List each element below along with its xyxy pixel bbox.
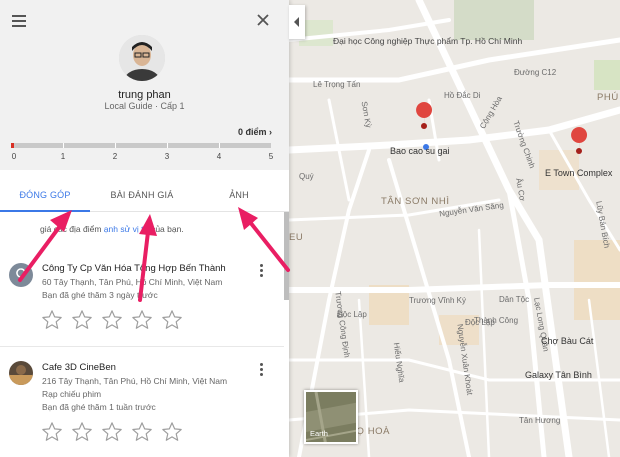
map-view[interactable]: Đại học Công nghiệp Thực phẩm Tp. Hồ Chí…: [289, 0, 620, 457]
progress-tick-label: 4: [216, 152, 222, 161]
map-label-truong-vinh-ky: Trương Vĩnh Ký: [409, 296, 466, 305]
map-label-phu: PHÚ: [597, 92, 619, 103]
star-icon[interactable]: [131, 421, 153, 443]
place-address: 216 Tây Thạnh, Tân Phú, Hồ Chí Minh, Việ…: [42, 376, 228, 386]
map-label-galaxy[interactable]: Galaxy Tân Bình: [525, 370, 592, 380]
active-tab-indicator: [0, 210, 90, 212]
map-label-tan-huong: Tân Hương: [519, 416, 561, 425]
progress-tick-label: 0: [11, 152, 17, 161]
star-icon[interactable]: [71, 421, 93, 443]
map-label-c12: Đường C12: [514, 68, 557, 77]
map-label-tan-son-nhi: TÂN SƠN NHÌ: [381, 196, 450, 207]
map-label-university[interactable]: Đại học Công nghiệp Thực phẩm Tp. Hồ Chí…: [333, 36, 522, 46]
progress-tick-label: 2: [112, 152, 118, 161]
map-label-thanh-cong: Thành Công: [474, 316, 519, 325]
contribution-card[interactable]: Cafe 3D CineBen 216 Tây Thạnh, Tân Phú, …: [0, 356, 284, 456]
level-progress-bar: [11, 143, 271, 148]
map-label-le-trong-tan: Lê Trọng Tấn: [313, 80, 361, 89]
star-icon[interactable]: [161, 309, 183, 331]
close-icon[interactable]: [255, 12, 271, 28]
earth-label: Earth: [310, 429, 328, 438]
star-icon[interactable]: [41, 309, 63, 331]
contribution-tabs: ĐÓNG GÓP BÀI ĐÁNH GIÁ ẢNH: [0, 180, 289, 212]
map-label-etown[interactable]: E Town Complex: [545, 168, 612, 178]
star-icon[interactable]: [101, 309, 123, 331]
hint-suffix: của bạn.: [148, 224, 184, 234]
divider: [0, 346, 284, 347]
star-icon[interactable]: [101, 421, 123, 443]
local-guide-level: Local Guide · Cấp 1: [104, 101, 185, 111]
map-label-quy: Quý: [299, 172, 314, 181]
map-label-eu: EU: [289, 232, 304, 243]
place-pin-icon: [9, 263, 33, 287]
tab-reviews[interactable]: BÀI ĐÁNH GIÁ: [96, 180, 188, 212]
star-icon[interactable]: [41, 421, 63, 443]
progress-tick-label: 1: [60, 152, 66, 161]
map-label-bao-cao-su[interactable]: Bao cao su gai: [390, 146, 450, 156]
star-icon[interactable]: [71, 309, 93, 331]
points-link[interactable]: 0 điểm ›: [210, 127, 272, 137]
rating-stars: [41, 421, 191, 448]
map-label-dan-toc: Dân Tộc: [499, 295, 530, 304]
place-category: Rạp chiếu phim: [42, 389, 102, 399]
visited-time: Bạn đã ghé thăm 3 ngày trước: [42, 290, 158, 300]
tab-photos[interactable]: ẢNH: [194, 180, 284, 212]
profile-header: trung phan Local Guide · Cấp 1 0 điểm › …: [0, 0, 289, 170]
scrollbar[interactable]: [284, 212, 289, 300]
place-title[interactable]: Công Ty Cp Văn Hóa Tổng Hợp Bến Thành: [42, 263, 226, 274]
place-address: 60 Tây Thạnh, Tân Phú, Hồ Chí Minh, Việt…: [42, 277, 223, 287]
more-options-icon[interactable]: [256, 363, 266, 377]
marker-bao-cao-su[interactable]: [416, 102, 433, 134]
star-icon[interactable]: [161, 421, 183, 443]
rating-stars: [41, 309, 191, 336]
rate-places-hint: giá các địa điểm ạnh sử vị trí của bạn.: [40, 224, 184, 234]
hint-prefix: giá các địa điểm: [40, 224, 104, 234]
progress-tick: [115, 143, 116, 148]
progress-tick: [167, 143, 168, 148]
progress-tick-label: 5: [268, 152, 274, 161]
contributions-panel: trung phan Local Guide · Cấp 1 0 điểm › …: [0, 0, 289, 457]
level-progress-fill: [11, 143, 14, 148]
hamburger-menu-icon[interactable]: [12, 15, 26, 27]
avatar-photo: [119, 35, 165, 81]
collapse-panel-button[interactable]: [289, 5, 305, 39]
map-label-ho-dac-di: Hồ Đắc Di: [444, 91, 481, 100]
avatar[interactable]: [119, 35, 165, 81]
place-title[interactable]: Cafe 3D CineBen: [42, 362, 116, 373]
chevron-left-icon: [294, 17, 299, 27]
contribution-card[interactable]: Công Ty Cp Văn Hóa Tổng Hợp Bến Thành 60…: [0, 255, 284, 345]
visited-time: Bạn đã ghé thăm 1 tuần trước: [42, 402, 156, 412]
user-name: trung phan: [118, 89, 171, 101]
progress-tick-label: 3: [164, 152, 170, 161]
star-icon[interactable]: [131, 309, 153, 331]
place-photo-thumbnail: [9, 361, 33, 385]
progress-tick: [63, 143, 64, 148]
earth-view-toggle[interactable]: Earth: [304, 390, 358, 444]
more-options-icon[interactable]: [256, 264, 266, 278]
map-canvas: [289, 0, 620, 457]
location-history-link[interactable]: ạnh sử vị trí: [104, 224, 149, 234]
tab-contributions[interactable]: ĐÓNG GÓP: [0, 180, 90, 212]
map-label-cho-bau-cat[interactable]: Chợ Bàu Cát: [541, 336, 593, 346]
progress-tick: [219, 143, 220, 148]
